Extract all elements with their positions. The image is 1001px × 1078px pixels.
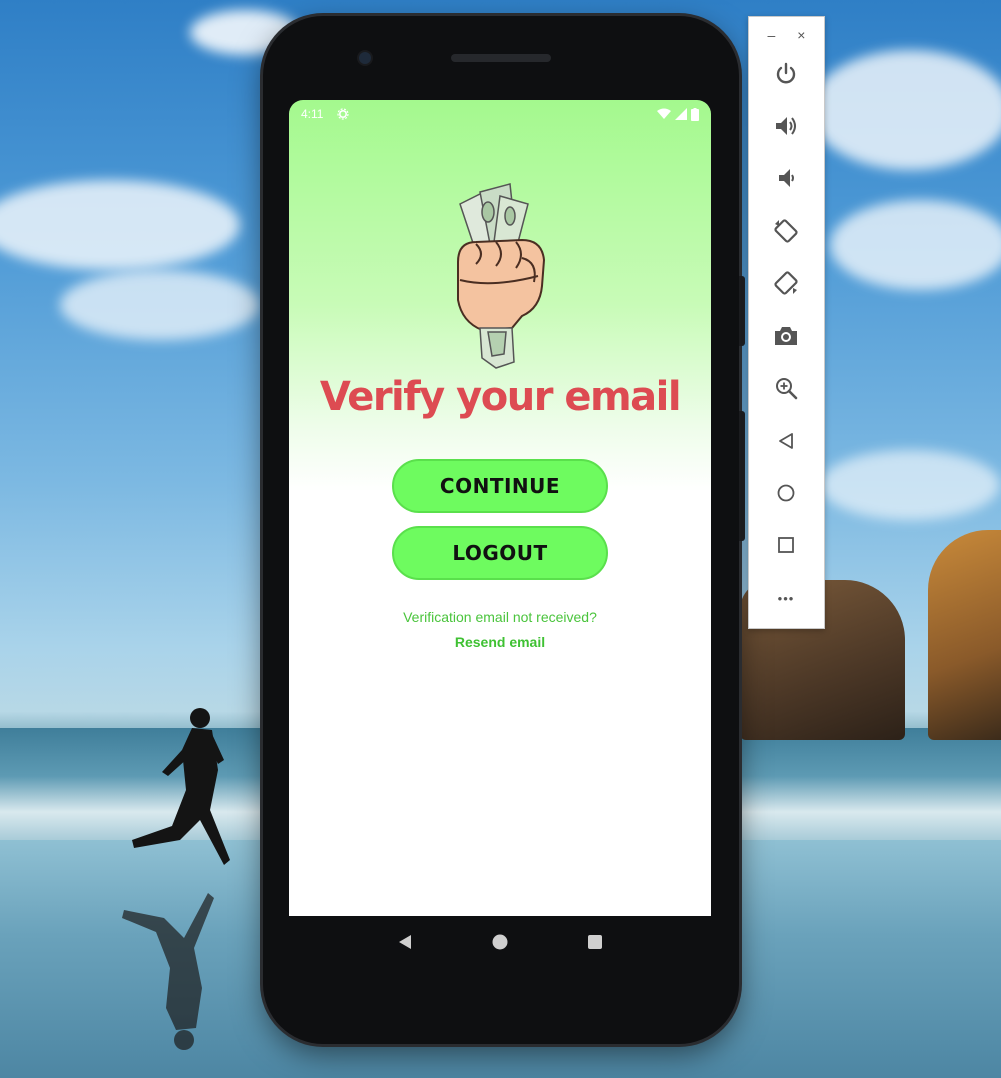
camera-icon bbox=[775, 327, 797, 345]
status-time: 4:11 bbox=[301, 107, 324, 121]
home-icon bbox=[777, 484, 795, 502]
money-fist-logo bbox=[457, 183, 546, 369]
logout-button[interactable]: LOGOUT bbox=[392, 526, 608, 580]
more-options-button[interactable]: ••• bbox=[767, 579, 805, 617]
app-screen: 4:11 Verify your email CONTINUE LOGOUT V… bbox=[289, 100, 711, 916]
home-button[interactable] bbox=[767, 474, 805, 512]
zoom-in-icon bbox=[776, 378, 798, 400]
front-camera bbox=[359, 52, 371, 64]
power-toggle-button[interactable] bbox=[767, 55, 805, 93]
rotate-right-icon bbox=[774, 271, 798, 295]
page-title: Verify your email bbox=[319, 374, 682, 420]
volume-up-icon bbox=[776, 117, 796, 135]
nav-home-button[interactable] bbox=[490, 932, 510, 952]
rotate-left-icon bbox=[774, 219, 798, 243]
emulator-toolbar: – × ••• bbox=[748, 16, 825, 629]
home-circle-icon bbox=[492, 934, 508, 950]
minimize-button[interactable]: – bbox=[768, 25, 776, 45]
overview-icon bbox=[778, 537, 794, 553]
volume-rocker[interactable] bbox=[739, 411, 745, 541]
volume-down-icon bbox=[779, 169, 794, 187]
settings-notification-icon bbox=[337, 108, 350, 120]
rotate-left-button[interactable] bbox=[767, 212, 805, 250]
back-triangle-icon bbox=[398, 935, 411, 949]
close-button[interactable]: × bbox=[797, 25, 805, 45]
volume-down-button[interactable] bbox=[767, 159, 805, 197]
overview-button[interactable] bbox=[767, 526, 805, 564]
back-button[interactable] bbox=[767, 422, 805, 460]
wifi-icon bbox=[657, 108, 671, 119]
earpiece-speaker bbox=[451, 54, 551, 62]
power-icon bbox=[776, 62, 796, 84]
android-nav-bar bbox=[289, 916, 711, 968]
cellular-signal-icon bbox=[675, 108, 687, 120]
battery-icon bbox=[691, 107, 699, 121]
zoom-button[interactable] bbox=[767, 369, 805, 407]
recents-square-icon bbox=[588, 935, 603, 949]
continue-button[interactable]: CONTINUE bbox=[392, 459, 608, 513]
status-bar: 4:11 bbox=[289, 100, 711, 128]
nav-recents-button[interactable] bbox=[585, 932, 605, 952]
resend-email-link[interactable]: Resend email bbox=[289, 634, 711, 650]
back-icon bbox=[779, 433, 793, 449]
verification-hint-text: Verification email not received? bbox=[403, 609, 597, 625]
nav-back-button[interactable] bbox=[395, 932, 415, 952]
volume-up-button[interactable] bbox=[767, 107, 805, 145]
phone-frame: 4:11 Verify your email CONTINUE LOGOUT V… bbox=[263, 16, 745, 1044]
runner-silhouette bbox=[122, 708, 230, 1050]
screenshot-button[interactable] bbox=[767, 317, 805, 355]
power-button[interactable] bbox=[739, 276, 745, 346]
rotate-right-button[interactable] bbox=[767, 264, 805, 302]
